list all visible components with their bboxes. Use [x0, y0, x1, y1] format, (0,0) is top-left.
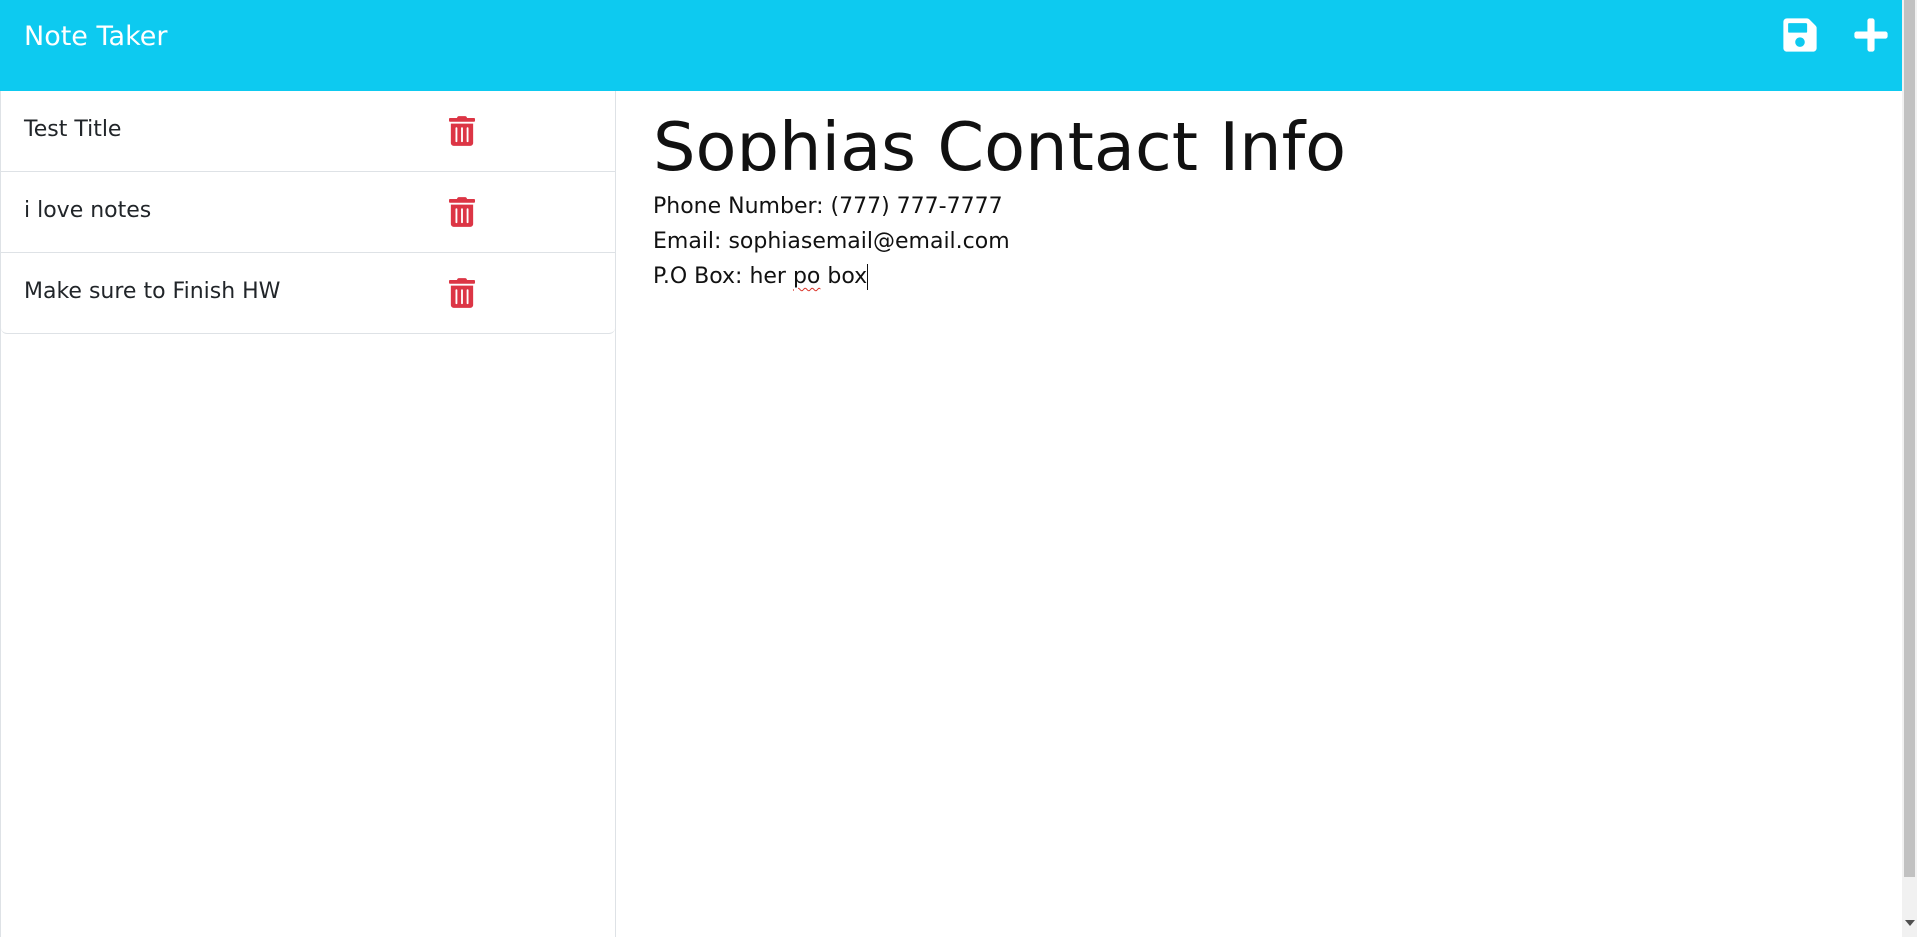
text-caret	[867, 264, 869, 290]
note-text-segment: box	[820, 264, 868, 289]
list-item[interactable]: Test Title	[1, 91, 615, 172]
app-title[interactable]: Note Taker	[24, 19, 167, 55]
list-item[interactable]: i love notes	[1, 172, 615, 253]
note-text-segment: P.O Box: her	[653, 264, 793, 289]
new-note-icon[interactable]	[1852, 16, 1890, 54]
note-list-title[interactable]: Test Title	[24, 115, 121, 145]
trash-icon[interactable]	[449, 278, 475, 308]
note-text-line: Email: sophiasemail@email.com	[653, 229, 1010, 254]
floppy-disk-icon	[1783, 18, 1817, 52]
note-title-input[interactable]: Sophias Contact Info	[653, 91, 1833, 171]
plus-icon	[1854, 18, 1888, 52]
save-note-icon[interactable]	[1781, 16, 1819, 54]
list-item[interactable]: Make sure to Finish HW	[1, 253, 615, 334]
note-text-area[interactable]: Phone Number: (777) 777-7777 Email: soph…	[653, 189, 1833, 889]
misspelled-word: po	[792, 264, 821, 289]
trash-glyph	[449, 116, 475, 146]
note-list: Test Title i love notes Make sure to Fin…	[1, 91, 615, 334]
note-list-title[interactable]: Make sure to Finish HW	[24, 277, 280, 307]
note-text-line: P.O Box: her po box	[653, 259, 1833, 294]
trash-icon[interactable]	[449, 197, 475, 227]
note-list-title[interactable]: i love notes	[24, 196, 151, 226]
trash-glyph	[449, 197, 475, 227]
scrollbar-thumb[interactable]	[1904, 0, 1915, 877]
trash-glyph	[449, 278, 475, 308]
note-editor: Sophias Contact Info Phone Number: (777)…	[616, 91, 1902, 937]
note-text-line: Phone Number: (777) 777-7777	[653, 194, 1003, 219]
scroll-down-arrow-icon[interactable]	[1905, 920, 1915, 926]
trash-icon[interactable]	[449, 116, 475, 146]
navbar: Note Taker	[0, 0, 1902, 91]
note-sidebar: Test Title i love notes Make sure to Fin…	[0, 91, 616, 937]
page-scrollbar[interactable]	[1902, 0, 1917, 937]
